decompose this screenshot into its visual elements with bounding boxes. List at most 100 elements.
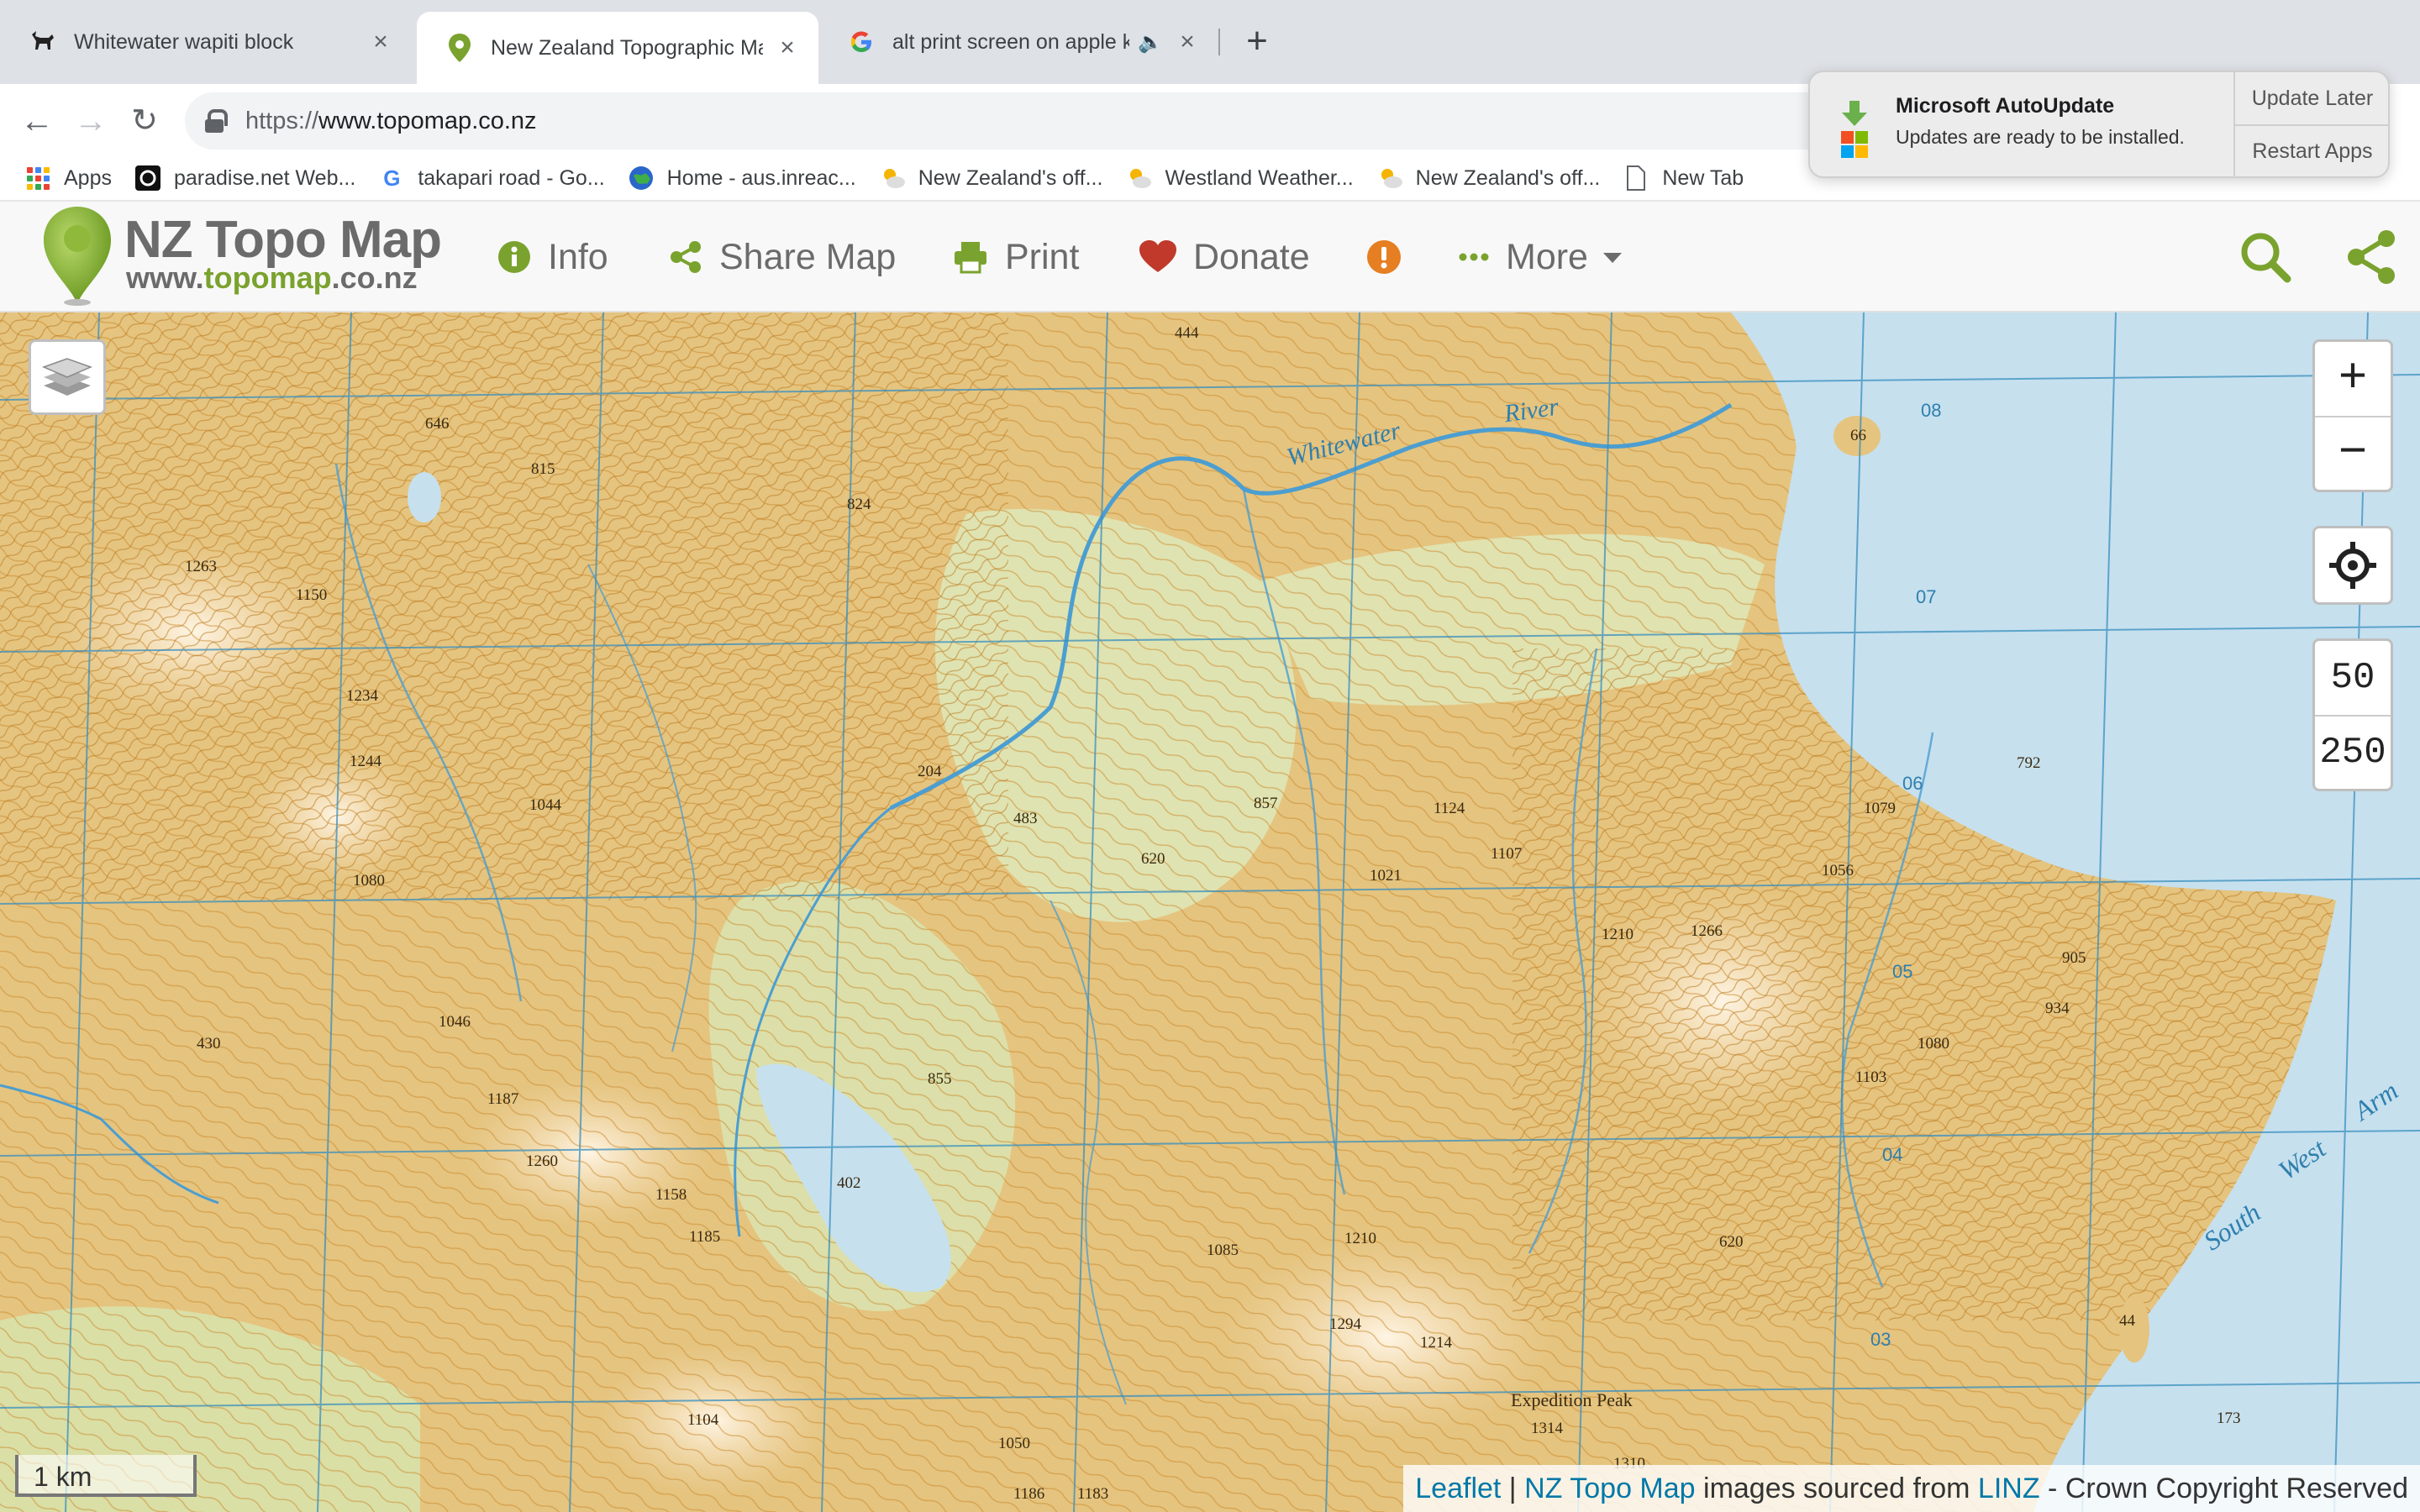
google-icon: [847, 28, 876, 56]
close-icon[interactable]: ×: [368, 29, 393, 55]
weather-icon: [1377, 165, 1402, 191]
scale-250-button[interactable]: 250: [2315, 715, 2391, 789]
tab-title: alt print screen on apple ke: [892, 29, 1130, 54]
spot-height: 1107: [1491, 845, 1523, 863]
grid-number: 03: [1870, 1329, 1891, 1350]
forward-icon[interactable]: →: [69, 99, 113, 143]
close-icon[interactable]: ×: [775, 35, 800, 60]
tab-whitewater[interactable]: Whitewater wapiti block ×: [0, 12, 412, 72]
bookmark-westland[interactable]: Westland Weather...: [1126, 165, 1354, 191]
map-attribution: Leaflet | NZ Topo Map images sourced fro…: [1403, 1465, 2420, 1512]
bookmark-metservice-1[interactable]: New Zealand's off...: [880, 165, 1102, 191]
spot-height: 1158: [655, 1186, 687, 1204]
bookmark-label: Apps: [64, 165, 112, 190]
site-logo[interactable]: NZ Topo Map www.topomap.co.nz: [37, 202, 442, 312]
notification-actions: Update Later Restart Apps: [2233, 72, 2390, 176]
spot-height: 1104: [687, 1411, 719, 1429]
crosshair-cell: [2315, 528, 2391, 602]
globe-icon: [629, 165, 654, 191]
logo-url: www.topomap.co.nz: [126, 260, 418, 296]
spot-height: 444: [1175, 324, 1199, 342]
spot-height: 824: [847, 496, 871, 513]
tab-topomap[interactable]: New Zealand Topographic Map ×: [417, 12, 818, 84]
nav-print-label: Print: [1005, 236, 1080, 277]
spot-height: 1260: [526, 1152, 558, 1170]
nav-share-map[interactable]: Share Map: [669, 202, 896, 312]
new-tab-button[interactable]: +: [1237, 22, 1277, 62]
tab-title: New Zealand Topographic Map: [491, 35, 763, 60]
spot-height: 1079: [1864, 800, 1896, 817]
spot-height: 1186: [1013, 1485, 1045, 1503]
spot-height: 857: [1254, 795, 1278, 812]
url-host: www.topomap.co.nz: [318, 107, 537, 134]
weather-icon: [880, 165, 905, 191]
google-icon: G: [383, 165, 401, 191]
document-icon: [1623, 165, 1649, 191]
locate-button[interactable]: [2312, 526, 2393, 605]
zoom-control: + −: [2312, 339, 2393, 492]
autoupdate-notification: Microsoft AutoUpdate Updates are ready t…: [1808, 71, 2390, 178]
heart-icon: [1139, 240, 1176, 272]
spot-height: 1185: [689, 1228, 721, 1246]
spot-height: 1044: [529, 796, 561, 814]
zoom-out-button[interactable]: −: [2315, 416, 2391, 490]
back-icon[interactable]: ←: [15, 99, 59, 143]
site-header: NZ Topo Map www.topomap.co.nz Info Share…: [0, 202, 2420, 312]
topo-map[interactable]: Whitewater River South West Arm Expediti…: [0, 312, 2420, 1512]
tab-separator: [1218, 29, 1220, 55]
spot-height: 1210: [1602, 926, 1634, 943]
spot-height: 1314: [1531, 1420, 1563, 1437]
grid-number: 06: [1902, 773, 1923, 794]
nav-more[interactable]: More: [1459, 202, 1623, 312]
update-later-button[interactable]: Update Later: [2235, 72, 2390, 124]
dots-icon: [1459, 253, 1489, 261]
leaflet-link[interactable]: Leaflet: [1415, 1473, 1501, 1505]
share-icon[interactable]: [2341, 227, 2402, 287]
url-scheme: https://: [245, 107, 319, 134]
spot-height: 815: [531, 460, 555, 478]
share-icon: [671, 241, 701, 273]
spot-height: 430: [197, 1035, 221, 1053]
logo-url-post: .co.nz: [331, 260, 418, 295]
bookmark-paradise[interactable]: paradise.net Web...: [134, 165, 355, 191]
nz-topo-map-link[interactable]: NZ Topo Map: [1524, 1473, 1695, 1505]
linz-link[interactable]: LINZ: [1978, 1473, 2040, 1505]
spot-height: 1046: [439, 1013, 471, 1031]
bookmark-takapari[interactable]: G takapari road - Go...: [379, 165, 604, 191]
spot-height: 1210: [1344, 1230, 1376, 1247]
reload-icon[interactable]: ↻: [123, 99, 166, 143]
scale-50-button[interactable]: 50: [2315, 641, 2391, 715]
bookmark-apps[interactable]: Apps: [25, 165, 112, 191]
spot-height: 620: [1719, 1233, 1744, 1251]
nav-info[interactable]: Info: [497, 202, 608, 312]
printer-icon: [955, 242, 986, 274]
notification-title: Microsoft AutoUpdate: [1896, 94, 2115, 118]
nav-more-label: More: [1506, 236, 1588, 277]
nav-donate[interactable]: Donate: [1139, 202, 1310, 312]
peak-label: Expedition Peak: [1511, 1389, 1633, 1410]
layers-button[interactable]: [29, 339, 106, 415]
tab-google[interactable]: alt print screen on apple ke 🔈 ×: [818, 12, 1218, 72]
zoom-in-button[interactable]: +: [2315, 342, 2391, 416]
bookmark-label: Westland Weather...: [1165, 165, 1354, 190]
spot-height: 646: [425, 415, 450, 433]
bookmark-newtab[interactable]: New Tab: [1623, 165, 1744, 191]
bookmark-metservice-2[interactable]: New Zealand's off...: [1377, 165, 1600, 191]
spot-height: 1266: [1691, 922, 1723, 940]
spot-height: 483: [1013, 810, 1038, 827]
spot-height: 934: [2045, 1000, 2070, 1017]
spot-height: 1183: [1077, 1485, 1109, 1503]
spot-height: 1124: [1434, 800, 1465, 817]
nav-print[interactable]: Print: [953, 202, 1079, 312]
weather-icon: [1126, 165, 1152, 191]
nav-alert[interactable]: [1366, 202, 1418, 312]
caret-down-icon: [1602, 253, 1622, 263]
restart-apps-button[interactable]: Restart Apps: [2235, 124, 2390, 176]
tab-title: Whitewater wapiti block: [74, 29, 294, 54]
speaker-icon[interactable]: 🔈: [1138, 30, 1163, 55]
alert-icon: [1367, 240, 1401, 274]
search-icon[interactable]: [2235, 227, 2296, 287]
bookmark-inreach[interactable]: Home - aus.inreac...: [629, 165, 856, 191]
close-icon[interactable]: ×: [1175, 29, 1200, 55]
spot-height: 173: [2217, 1410, 2241, 1427]
